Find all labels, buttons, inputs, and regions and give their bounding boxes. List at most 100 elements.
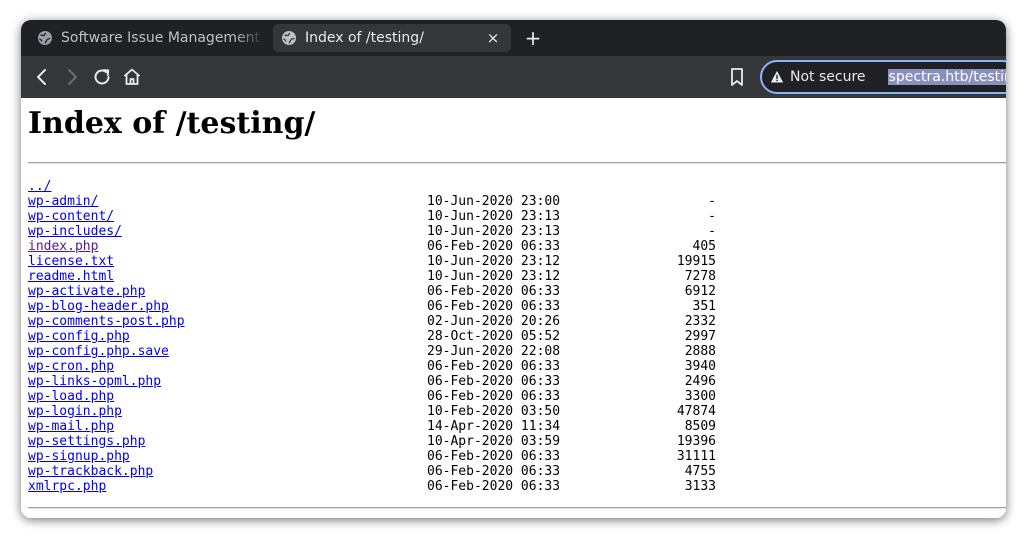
bookmark-icon <box>731 68 743 86</box>
file-link[interactable]: wp-load.php <box>28 389 114 404</box>
tab-software-issue-management[interactable]: Software Issue Management - <box>29 24 265 52</box>
file-size: 19915 <box>676 254 716 269</box>
file-link[interactable]: wp-cron.php <box>28 359 114 374</box>
file-size: 31111 <box>676 449 716 464</box>
modified-date: 06-Feb-2020 06:33 <box>427 239 561 254</box>
file-size: 7278 <box>684 269 716 284</box>
modified-date: 06-Feb-2020 06:33 <box>427 284 561 299</box>
file-link[interactable]: wp-config.php <box>28 329 130 344</box>
file-link[interactable]: license.txt <box>28 254 114 269</box>
file-size: 2496 <box>684 374 716 389</box>
file-link[interactable]: wp-login.php <box>28 404 122 419</box>
file-size: 6912 <box>684 284 716 299</box>
modified-date: 10-Jun-2020 23:13 <box>427 209 561 224</box>
modified-date: 14-Apr-2020 11:34 <box>427 419 561 434</box>
file-size: 2997 <box>684 329 716 344</box>
file-link[interactable]: wp-includes/ <box>28 224 122 239</box>
modified-date: 06-Feb-2020 06:33 <box>427 359 561 374</box>
file-size: 351 <box>692 299 716 314</box>
file-size: 3133 <box>684 479 716 494</box>
file-link[interactable]: wp-settings.php <box>28 434 145 449</box>
list-item: wp-login.php 10-Feb-2020 03:50 47874 <box>28 404 716 419</box>
list-item: wp-signup.php 06-Feb-2020 06:33 31111 <box>28 449 716 464</box>
globe-icon <box>38 31 52 45</box>
file-size: 19396 <box>676 434 716 449</box>
modified-date: 10-Jun-2020 23:00 <box>427 194 561 209</box>
parent-directory-link[interactable]: ../ <box>28 179 51 194</box>
list-item: wp-content/10-Jun-2020 23:13 - <box>28 209 716 224</box>
modified-date: 06-Feb-2020 06:33 <box>427 464 561 479</box>
file-link[interactable]: wp-content/ <box>28 209 114 224</box>
modified-date: 10-Jun-2020 23:12 <box>427 269 561 284</box>
list-item: wp-activate.php 06-Feb-2020 06:33 6912 <box>28 284 716 299</box>
close-tab-icon[interactable]: × <box>483 28 503 48</box>
url-text[interactable]: spectra.htb/testing/ <box>887 69 1006 85</box>
modified-date: 28-Oct-2020 05:52 <box>427 329 561 344</box>
file-size: - <box>708 209 716 224</box>
file-size: 8509 <box>684 419 716 434</box>
list-item: wp-config.php.save 29-Jun-2020 22:08 2888 <box>28 344 716 359</box>
list-item: wp-links-opml.php 06-Feb-2020 06:33 2496 <box>28 374 716 389</box>
file-link[interactable]: wp-comments-post.php <box>28 314 185 329</box>
modified-date: 06-Feb-2020 06:33 <box>427 299 561 314</box>
forward-icon <box>68 69 77 85</box>
navigation-toolbar: Not secure spectra.htb/testing/ <box>21 56 1006 98</box>
file-link[interactable]: wp-blog-header.php <box>28 299 169 314</box>
list-item: wp-mail.php 14-Apr-2020 11:34 8509 <box>28 419 716 434</box>
page-content: Index of /testing/ ../ wp-admin/10-Jun-2… <box>21 98 1006 518</box>
browser-window: Software Issue Management - Index of /te… <box>21 20 1006 518</box>
tab-strip: Software Issue Management - Index of /te… <box>21 20 1006 56</box>
list-item: wp-load.php 06-Feb-2020 06:33 3300 <box>28 389 716 404</box>
page-heading: Index of /testing/ <box>28 106 316 141</box>
bottom-divider <box>28 507 1006 509</box>
modified-date: 06-Feb-2020 06:33 <box>427 479 561 494</box>
file-link[interactable]: index.php <box>28 239 98 254</box>
list-item: index.php 06-Feb-2020 06:33 405 <box>28 239 716 254</box>
reload-icon <box>94 69 110 85</box>
warning-icon <box>770 71 784 83</box>
file-link[interactable]: xmlrpc.php <box>28 479 106 494</box>
back-button[interactable] <box>30 65 54 89</box>
file-link[interactable]: wp-links-opml.php <box>28 374 161 389</box>
forward-button[interactable] <box>60 65 84 89</box>
modified-date: 02-Jun-2020 20:26 <box>427 314 561 329</box>
file-size: 4755 <box>684 464 716 479</box>
list-item: wp-config.php 28-Oct-2020 05:52 2997 <box>28 329 716 344</box>
file-size: 3300 <box>684 389 716 404</box>
file-size: 2888 <box>684 344 716 359</box>
modified-date: 10-Jun-2020 23:12 <box>427 254 561 269</box>
modified-date: 10-Feb-2020 03:50 <box>427 404 561 419</box>
tab-index-of-testing[interactable]: Index of /testing/ × <box>273 24 511 52</box>
home-button[interactable] <box>120 65 144 89</box>
new-tab-button[interactable]: + <box>521 26 545 50</box>
file-link[interactable]: wp-mail.php <box>28 419 114 434</box>
globe-icon <box>282 31 296 45</box>
file-link[interactable]: wp-activate.php <box>28 284 145 299</box>
list-item: readme.html 10-Jun-2020 23:12 7278 <box>28 269 716 284</box>
modified-date: 29-Jun-2020 22:08 <box>427 344 561 359</box>
address-bar[interactable]: Not secure spectra.htb/testing/ <box>760 60 1006 94</box>
file-link[interactable]: wp-signup.php <box>28 449 130 464</box>
file-link[interactable]: wp-config.php.save <box>28 344 169 359</box>
list-item: wp-includes/10-Jun-2020 23:13 - <box>28 224 716 239</box>
file-size: - <box>708 194 716 209</box>
security-label[interactable]: Not secure <box>790 69 866 85</box>
modified-date: 06-Feb-2020 06:33 <box>427 374 561 389</box>
directory-listing: ../ wp-admin/10-Jun-2020 23:00- wp-conten… <box>28 179 716 494</box>
file-link[interactable]: readme.html <box>28 269 114 284</box>
file-size: 405 <box>692 239 716 254</box>
modified-date: 10-Jun-2020 23:13 <box>427 224 561 239</box>
file-link[interactable]: wp-admin/ <box>28 194 98 209</box>
list-item: wp-settings.php 10-Apr-2020 03:59 19396 <box>28 434 716 449</box>
file-size: - <box>708 224 716 239</box>
list-item: wp-admin/10-Jun-2020 23:00 - <box>28 194 716 209</box>
tab-title: Index of /testing/ <box>305 30 424 46</box>
bookmark-button[interactable] <box>725 65 749 89</box>
file-link[interactable]: wp-trackback.php <box>28 464 153 479</box>
list-item: wp-trackback.php 06-Feb-2020 06:33 4755 <box>28 464 716 479</box>
home-icon <box>123 68 141 85</box>
file-size: 2332 <box>684 314 716 329</box>
top-divider <box>28 162 1006 164</box>
modified-date: 06-Feb-2020 06:33 <box>427 389 561 404</box>
reload-button[interactable] <box>90 65 114 89</box>
